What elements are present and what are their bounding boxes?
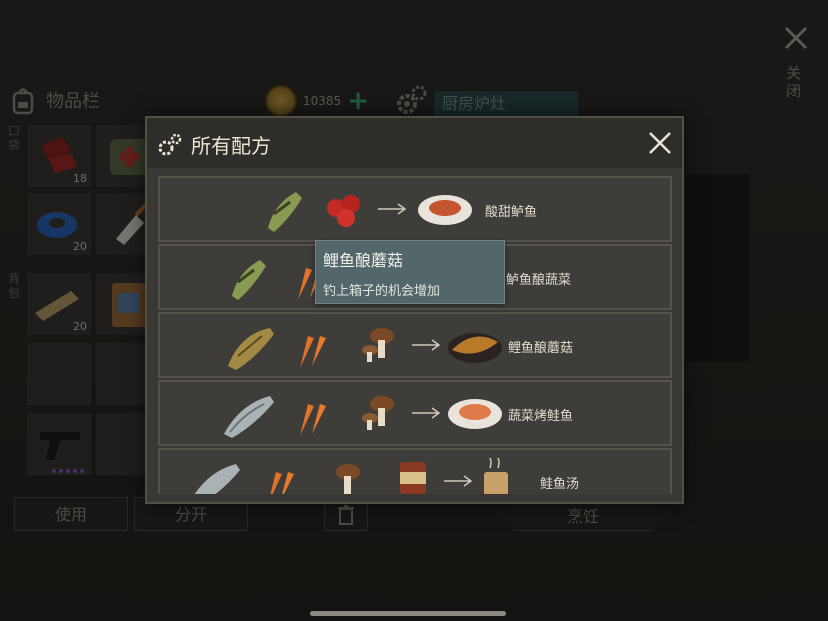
tooltip-description: 钓上箱子的机会增加 <box>323 284 441 299</box>
home-indicator <box>310 611 506 616</box>
salmon-icon <box>224 396 274 438</box>
recipe-row[interactable]: 鲑鱼汤 <box>158 448 672 494</box>
recipe-row[interactable]: 酸甜鲈鱼 <box>158 176 672 242</box>
recipe-row[interactable]: 蔬菜烤鲑鱼 <box>158 380 672 446</box>
arrow-icon <box>444 475 473 487</box>
close-icon[interactable] <box>647 130 673 156</box>
recipe-result-name: 鲤鱼酿蘑菇 <box>508 341 574 356</box>
carp-mushroom-dish-icon <box>448 333 502 363</box>
salmon-icon <box>194 464 240 494</box>
arrow-icon <box>412 407 441 419</box>
roasted-salmon-dish-icon <box>448 399 502 429</box>
recipe-result-name: 鲑鱼汤 <box>540 477 580 492</box>
recipe-result-name: 蔬菜烤鲑鱼 <box>508 409 574 424</box>
arrow-icon <box>412 339 441 351</box>
tomato-icon <box>327 195 360 227</box>
dialog-title: 所有配方 <box>191 134 271 158</box>
recipe-tooltip: 鲤鱼酿蘑菇 钓上箱子的机会增加 <box>315 240 505 304</box>
carp-icon <box>228 328 274 370</box>
carrot-icon <box>270 472 294 494</box>
salmon-soup-icon <box>484 458 508 494</box>
carrot-icon <box>300 404 326 436</box>
recipes-dialog: 所有配方 酸甜鲈鱼 鲈鱼酿蔬菜 鲤鱼酿蘑菇 蔬菜烤鲑鱼 鲑鱼汤 <box>145 116 684 504</box>
recipe-row[interactable]: 鲤鱼酿蘑菇 <box>158 312 672 378</box>
perch-icon <box>232 260 266 300</box>
dialog-header: 所有配方 <box>147 118 682 168</box>
canned-food-icon <box>400 462 426 494</box>
mushroom-icon <box>362 396 394 430</box>
mushroom-icon <box>362 328 394 362</box>
tooltip-title: 鲤鱼酿蘑菇 <box>323 251 404 270</box>
mushroom-icon <box>336 464 360 494</box>
sweet-sour-perch-dish-icon <box>418 195 472 225</box>
gears-icon <box>158 133 182 156</box>
recipe-list: 酸甜鲈鱼 鲈鱼酿蔬菜 鲤鱼酿蘑菇 蔬菜烤鲑鱼 鲑鱼汤 <box>158 176 672 494</box>
carrot-icon <box>300 336 326 368</box>
perch-icon <box>268 192 302 232</box>
arrow-icon <box>378 203 407 215</box>
recipe-result-name: 鲈鱼酿蔬菜 <box>506 273 572 288</box>
recipe-result-name: 酸甜鲈鱼 <box>485 205 538 220</box>
